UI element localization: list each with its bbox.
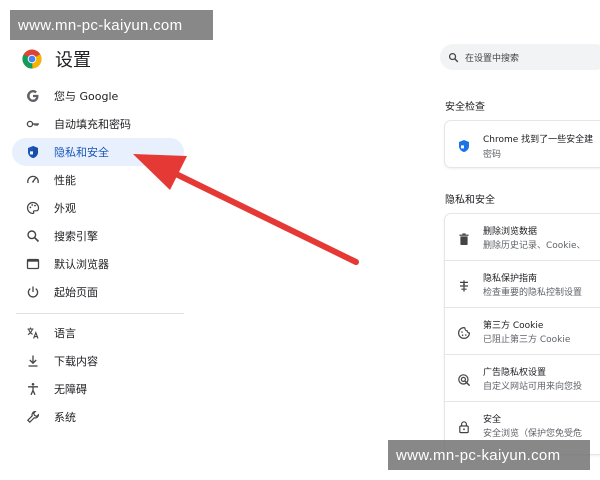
sidebar-item-label: 无障碍 <box>54 383 87 396</box>
key-icon <box>26 117 40 131</box>
privacy-security-card: 删除浏览数据 删除历史记录、Cookie、 隐私保护指南 检查重要的隐私控制设置… <box>445 214 600 454</box>
sidebar-item-performance[interactable]: 性能 <box>12 166 182 194</box>
sidebar-item-languages[interactable]: 语言 <box>12 319 182 347</box>
translate-icon <box>26 326 40 340</box>
safety-check-title: Chrome 找到了一些安全建 <box>483 135 594 145</box>
power-icon <box>26 285 40 299</box>
sidebar-item-downloads[interactable]: 下载内容 <box>12 347 182 375</box>
privacy-row-title: 隐私保护指南 <box>483 274 538 284</box>
privacy-guide-icon <box>457 278 471 292</box>
privacy-row-privacy-guide[interactable]: 隐私保护指南 检查重要的隐私控制设置 <box>445 261 600 307</box>
sidebar-item-label: 自动填充和密码 <box>54 118 131 131</box>
palette-icon <box>26 201 40 215</box>
sidebar-item-label: 系统 <box>54 411 76 424</box>
search-placeholder: 在设置中搜索 <box>465 53 520 64</box>
privacy-row-subtitle: 自定义网站可用来向您投 <box>483 382 583 392</box>
privacy-row-ad-privacy[interactable]: 广告隐私权设置 自定义网站可用来向您投 <box>445 355 600 401</box>
privacy-row-subtitle: 删除历史记录、Cookie、 <box>483 241 586 251</box>
page-title: 设置 <box>55 50 91 71</box>
sidebar-item-accessibility[interactable]: 无障碍 <box>12 375 182 403</box>
shield-icon <box>457 138 471 152</box>
watermark-top: www.mn-pc-kaiyun.com <box>10 10 213 40</box>
sidebar-divider <box>16 313 184 314</box>
sidebar-item-on-startup[interactable]: 起始页面 <box>12 278 182 306</box>
sidebar-item-label: 起始页面 <box>54 286 98 299</box>
safety-check-heading: 安全检查 <box>445 102 485 113</box>
sidebar-item-label: 下载内容 <box>54 355 98 368</box>
search-icon <box>448 52 459 62</box>
settings-header: 设置 <box>22 46 91 72</box>
speedometer-icon <box>26 173 40 187</box>
ad-privacy-icon <box>457 372 471 387</box>
wrench-icon <box>26 410 40 424</box>
sidebar-item-label: 您与 Google <box>54 90 119 103</box>
safety-check-card[interactable]: Chrome 找到了一些安全建 密码 <box>445 121 600 167</box>
sidebar-item-label: 搜索引擎 <box>54 230 98 243</box>
sidebar-item-system[interactable]: 系统 <box>12 403 182 431</box>
sidebar-item-label: 性能 <box>54 174 76 187</box>
sidebar-item-privacy-security[interactable]: 隐私和安全 <box>12 138 184 166</box>
cookie-icon <box>457 325 471 340</box>
watermark-bottom: www.mn-pc-kaiyun.com <box>388 440 590 470</box>
sidebar-item-search-engine[interactable]: 搜索引擎 <box>12 222 182 250</box>
sidebar-item-label: 隐私和安全 <box>54 146 109 159</box>
lock-icon <box>457 419 471 434</box>
privacy-row-third-party-cookies[interactable]: 第三方 Cookie 已阻止第三方 Cookie <box>445 308 600 354</box>
privacy-security-heading: 隐私和安全 <box>445 195 495 206</box>
search-icon <box>26 229 40 243</box>
trash-icon <box>457 231 471 245</box>
download-icon <box>26 354 40 368</box>
sidebar-item-label: 默认浏览器 <box>54 258 109 271</box>
sidebar-item-label: 语言 <box>54 327 76 340</box>
sidebar-item-default-browser[interactable]: 默认浏览器 <box>12 250 182 278</box>
privacy-row-subtitle: 检查重要的隐私控制设置 <box>483 288 583 298</box>
sidebar: 设置 您与 Google 自动填充和密码 隐私和安全 性能 外观 搜索引擎 默认… <box>0 0 200 480</box>
sidebar-item-autofill[interactable]: 自动填充和密码 <box>12 110 182 138</box>
safety-check-subtitle: 密码 <box>483 150 502 160</box>
privacy-row-subtitle: 安全浏览（保护您免受危 <box>483 429 583 439</box>
accessibility-icon <box>26 382 40 396</box>
privacy-row-subtitle: 已阻止第三方 Cookie <box>483 335 571 345</box>
sidebar-item-label: 外观 <box>54 202 76 215</box>
privacy-row-title: 广告隐私权设置 <box>483 368 547 378</box>
privacy-row-clear-browsing-data[interactable]: 删除浏览数据 删除历史记录、Cookie、 <box>445 214 600 260</box>
shield-icon <box>26 145 40 159</box>
sidebar-item-you-and-google[interactable]: 您与 Google <box>12 82 182 110</box>
privacy-row-title: 第三方 Cookie <box>483 321 544 331</box>
settings-search-input[interactable]: 在设置中搜索 <box>440 44 600 70</box>
browser-window-icon <box>26 257 40 271</box>
privacy-row-title: 安全 <box>483 415 502 425</box>
google-icon <box>26 89 40 103</box>
privacy-row-title: 删除浏览数据 <box>483 227 538 237</box>
sidebar-item-appearance[interactable]: 外观 <box>12 194 182 222</box>
chrome-logo-icon <box>22 49 42 69</box>
